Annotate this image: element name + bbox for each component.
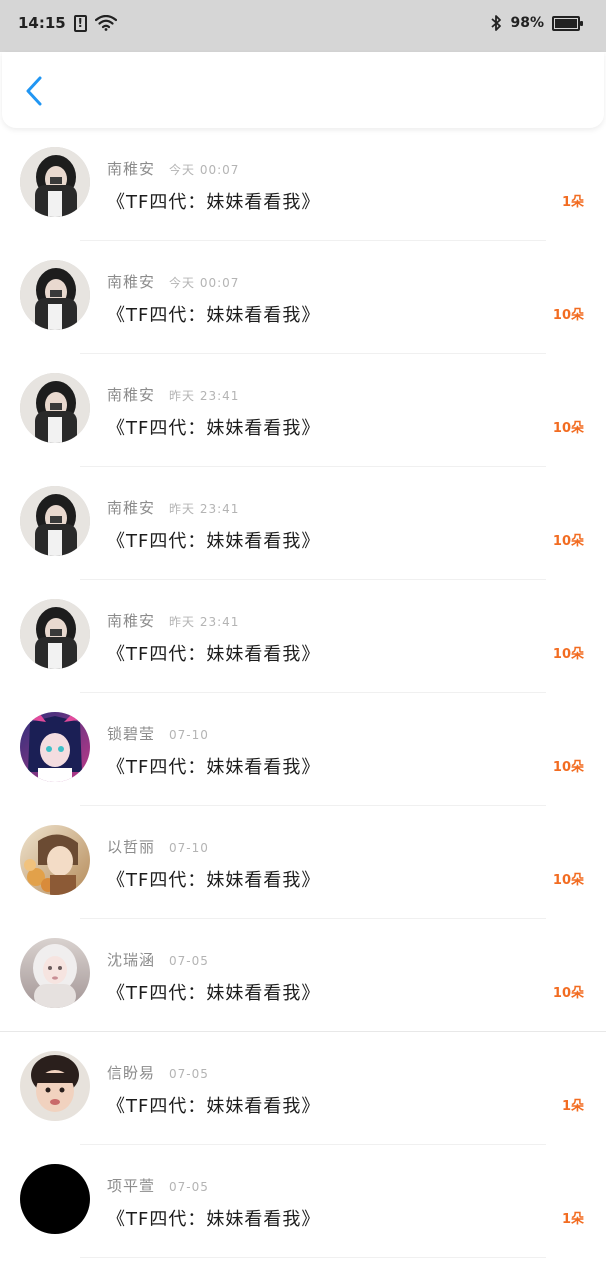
timestamp: 昨天 23:41 (169, 389, 240, 403)
user-name: 项平萱 (107, 1177, 156, 1195)
girl-portrait-image (20, 599, 90, 669)
book-title: 《TF四代：妹妹看看我》 (107, 644, 321, 665)
black-circle-image (20, 1164, 90, 1234)
user-name-line: 南稚安 今天 00:07 (107, 271, 239, 292)
status-right: 98% (490, 14, 583, 32)
user-name: 信盼易 (107, 1064, 156, 1082)
timestamp: 07-05 (169, 954, 209, 968)
book-title: 《TF四代：妹妹看看我》 (107, 531, 321, 552)
list-item[interactable]: 南稚安 昨天 23:41 《TF四代：妹妹看看我》 10朵 (0, 467, 606, 580)
user-name-line: 南稚安 昨天 23:41 (107, 610, 239, 631)
list-item[interactable]: 锁碧莹 07-10 《TF四代：妹妹看看我》 10朵 (0, 693, 606, 806)
status-time: 14:15 (18, 14, 66, 32)
girl-portrait-image (20, 147, 90, 217)
battery-level (555, 18, 577, 28)
list-item[interactable]: 南稚安 今天 00:07 《TF四代：妹妹看看我》 10朵 (0, 241, 606, 354)
list-item[interactable]: 以哲丽 07-10 《TF四代：妹妹看看我》 10朵 (0, 806, 606, 919)
user-name-line: 南稚安 昨天 23:41 (107, 384, 239, 405)
user-name: 沈瑞涵 (107, 951, 156, 969)
user-name-line: 锁碧莹 07-10 (107, 723, 209, 744)
gift-amount: 1朵 (561, 195, 584, 210)
gift-amount: 10朵 (552, 647, 584, 662)
list-item[interactable]: 南稚安 昨天 23:41 《TF四代：妹妹看看我》 10朵 (0, 354, 606, 467)
avatar[interactable] (20, 486, 90, 556)
book-title: 《TF四代：妹妹看看我》 (107, 983, 321, 1004)
user-name: 南稚安 (107, 273, 156, 291)
timestamp: 07-05 (169, 1180, 209, 1194)
avatar[interactable] (20, 712, 90, 782)
status-bar: 14:15 ! 98% (0, 0, 606, 52)
gift-amount: 10朵 (552, 873, 584, 888)
gift-amount: 10朵 (552, 534, 584, 549)
book-title: 《TF四代：妹妹看看我》 (107, 192, 321, 213)
list-item[interactable]: 南稚安 昨天 23:41 《TF四代：妹妹看看我》 10朵 (0, 580, 606, 693)
avatar[interactable] (20, 147, 90, 217)
user-name-line: 信盼易 07-05 (107, 1062, 209, 1083)
gift-amount: 1朵 (561, 1212, 584, 1227)
battery-percent: 98% (510, 15, 544, 31)
book-title: 《TF四代：妹妹看看我》 (107, 1096, 321, 1117)
header-bar (2, 52, 604, 128)
gift-amount: 10朵 (552, 421, 584, 436)
list-item[interactable]: 信盼易 07-05 《TF四代：妹妹看看我》 1朵 (0, 1032, 606, 1145)
alert-icon: ! (73, 14, 87, 32)
user-name: 锁碧莹 (107, 725, 156, 743)
list-item[interactable]: 项平萱 07-05 《TF四代：妹妹看看我》 1朵 (0, 1145, 606, 1258)
gift-amount: 10朵 (552, 308, 584, 323)
avatar[interactable] (20, 938, 90, 1008)
status-left: 14:15 ! (18, 14, 117, 32)
girl-portrait-image (20, 260, 90, 330)
bluetooth-icon (491, 15, 502, 31)
timestamp: 07-10 (169, 841, 209, 855)
user-name: 以哲丽 (107, 838, 156, 856)
user-name: 南稚安 (107, 612, 156, 630)
avatar[interactable] (20, 825, 90, 895)
child-face-image (20, 1051, 90, 1121)
timestamp: 昨天 23:41 (169, 502, 240, 516)
avatar[interactable] (20, 1164, 90, 1234)
timestamp: 07-10 (169, 728, 209, 742)
avatar[interactable] (20, 1051, 90, 1121)
book-title: 《TF四代：妹妹看看我》 (107, 870, 321, 891)
timestamp: 07-05 (169, 1067, 209, 1081)
chevron-left-icon (26, 76, 42, 106)
white-hair-girl-image (20, 938, 90, 1008)
user-name-line: 项平萱 07-05 (107, 1175, 209, 1196)
list-item[interactable]: 沈瑞涵 07-05 《TF四代：妹妹看看我》 10朵 (0, 919, 606, 1032)
user-name-line: 以哲丽 07-10 (107, 836, 209, 857)
list-item[interactable]: 南稚安 今天 00:07 《TF四代：妹妹看看我》 1朵 (0, 128, 606, 241)
book-title: 《TF四代：妹妹看看我》 (107, 1209, 321, 1230)
girl-portrait-image (20, 486, 90, 556)
avatar[interactable] (20, 373, 90, 443)
gift-amount: 10朵 (552, 986, 584, 1001)
user-name: 南稚安 (107, 160, 156, 178)
row-divider (80, 1257, 546, 1258)
book-title: 《TF四代：妹妹看看我》 (107, 757, 321, 778)
anime-girl-image (20, 712, 90, 782)
book-title: 《TF四代：妹妹看看我》 (107, 305, 321, 326)
avatar[interactable] (20, 599, 90, 669)
user-name-line: 南稚安 昨天 23:41 (107, 497, 239, 518)
timestamp: 昨天 23:41 (169, 615, 240, 629)
back-button[interactable] (20, 74, 50, 108)
book-title: 《TF四代：妹妹看看我》 (107, 418, 321, 439)
timestamp: 今天 00:07 (169, 276, 240, 290)
girl-portrait-image (20, 373, 90, 443)
user-name-line: 南稚安 今天 00:07 (107, 158, 239, 179)
user-name-line: 沈瑞涵 07-05 (107, 949, 209, 970)
gift-record-list: 南稚安 今天 00:07 《TF四代：妹妹看看我》 1朵 南稚安 今天 00:07 《TF四… (0, 128, 606, 1258)
user-name: 南稚安 (107, 386, 156, 404)
anime-boy-image (20, 825, 90, 895)
timestamp: 今天 00:07 (169, 163, 240, 177)
gift-amount: 10朵 (552, 760, 584, 775)
battery-icon (552, 15, 583, 31)
avatar[interactable] (20, 260, 90, 330)
user-name: 南稚安 (107, 499, 156, 517)
gift-amount: 1朵 (561, 1099, 584, 1114)
wifi-icon (94, 15, 117, 31)
